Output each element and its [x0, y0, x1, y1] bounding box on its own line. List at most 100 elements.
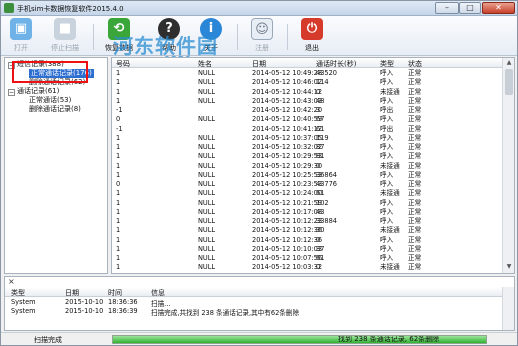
- cell-date: 2014-05-12 10:21:59: [252, 198, 323, 207]
- table-row[interactable]: 1 NULL 2014-05-12 10:29:30 0 未接通 正常: [112, 162, 502, 171]
- column-status[interactable]: 状态: [408, 59, 422, 69]
- column-duration[interactable]: 通话时长(秒): [316, 59, 356, 69]
- cell-num: 0: [116, 180, 121, 188]
- log-header: 类型 日期 时间 信息: [5, 287, 502, 297]
- cell-date: 2014-05-12 10:43:03: [252, 96, 323, 105]
- table-row[interactable]: 1 NULL 2014-05-12 10:29:53 81 呼入 正常: [112, 152, 502, 161]
- cell-dur: 67: [316, 115, 325, 124]
- cell-dur: 43: [316, 207, 325, 216]
- records-table[interactable]: 号码 姓名 日期 通话时长(秒) 类型 状态 1 NULL 2014-05-12 1…: [111, 57, 515, 274]
- open-button[interactable]: ▣ 打开: [1, 18, 41, 54]
- scroll-thumb[interactable]: [505, 69, 513, 95]
- cell-date: 2014-05-12 10:23:53: [252, 180, 323, 188]
- cell-type: 呼入: [380, 217, 394, 225]
- table-row[interactable]: 1 NULL 2014-05-12 10:03:32 0 未接通 正常: [112, 263, 502, 272]
- cell-dur: 102: [316, 198, 329, 207]
- collapse-icon[interactable]: −: [8, 89, 15, 96]
- table-row[interactable]: 1 NULL 2014-05-12 10:21:59 102 呼入 正常: [112, 199, 502, 208]
- register-button[interactable]: ☺ 注册: [242, 18, 282, 54]
- cell-date: 2014-05-12 10:03:32: [252, 263, 323, 272]
- cell-num: 1: [116, 69, 121, 77]
- cell-name: NULL: [198, 217, 216, 225]
- table-row[interactable]: -1 2014-05-12 10:41:12 61 呼出 正常: [112, 125, 502, 134]
- toolbar-separator: [237, 24, 238, 50]
- close-button[interactable]: ✕: [482, 2, 515, 14]
- column-type[interactable]: 类型: [380, 59, 394, 69]
- tree-node-deleted-calls[interactable]: 删除通话记录(8): [29, 105, 81, 114]
- cell-num: 1: [116, 217, 121, 225]
- cell-dur: 30: [316, 226, 325, 235]
- cell-num: 0: [116, 115, 121, 124]
- tree-node-calls[interactable]: − 通话记录(61): [8, 87, 59, 96]
- table-row[interactable]: -1 2014-05-12 10:42:20 3 呼出 正常: [112, 106, 502, 115]
- folder-icon: ▣: [10, 18, 32, 40]
- table-row[interactable]: 1 NULL 2014-05-12 10:12:23 33884 呼入 正常: [112, 217, 502, 226]
- log-row[interactable]: System 2015-10-10 18:36:36 扫描...: [5, 298, 502, 308]
- cell-dur: 0: [316, 161, 321, 170]
- scroll-up-icon[interactable]: ▲: [505, 59, 513, 67]
- close-icon[interactable]: ×: [8, 277, 15, 286]
- cell-num: 1: [116, 244, 121, 253]
- cell-type: 呼出: [380, 106, 394, 114]
- table-header: 号码 姓名 日期 通话时长(秒) 类型 状态: [112, 58, 502, 68]
- minimize-button[interactable]: –: [435, 2, 459, 14]
- cell-num: 1: [116, 226, 121, 235]
- table-row[interactable]: 1 NULL 2014-05-12 10:12:36 30 未接通 正常: [112, 226, 502, 235]
- cell-status: 正常: [408, 115, 422, 124]
- title-bar[interactable]: 手机sim卡数据恢复软件2015.4.0 – □ ✕: [1, 1, 517, 16]
- cell-name: NULL: [198, 207, 216, 216]
- cell-num: 1: [116, 78, 121, 87]
- cell-name: NULL: [198, 143, 216, 151]
- cell-status: 正常: [408, 152, 422, 161]
- cell-dur: 36864: [316, 170, 337, 179]
- cell-name: NULL: [198, 254, 216, 262]
- cell-name: NULL: [198, 189, 216, 198]
- stop-scan-button[interactable]: ■ 停止扫描: [45, 18, 85, 54]
- cell-status: 正常: [408, 106, 422, 114]
- table-row[interactable]: 1 NULL 2014-05-12 10:43:03 48 呼入 正常: [112, 97, 502, 106]
- cell-name: NULL: [198, 263, 216, 272]
- cell-date: 2014-05-12 10:29:53: [252, 152, 323, 161]
- progress-bar: 找到 238 条通话记录, 62条删除: [112, 335, 487, 344]
- cell-status: 正常: [408, 170, 422, 179]
- log-column-time[interactable]: 时间: [108, 288, 122, 298]
- cell-dur: 61: [316, 189, 325, 198]
- tree-node-normal-calls[interactable]: 正常通话(53): [29, 96, 71, 105]
- table-row[interactable]: 1 NULL 2014-05-12 10:17:08 43 呼入 正常: [112, 208, 502, 217]
- log-row[interactable]: System 2015-10-10 18:36:39 扫描完成,共找到 238 …: [5, 307, 502, 317]
- cell-type: 未接通: [380, 161, 400, 170]
- log-panel: × 类型 日期 时间 信息 System 2015-10-10 18:36:36…: [4, 276, 515, 331]
- scroll-down-icon[interactable]: ▼: [505, 263, 513, 271]
- vertical-scrollbar[interactable]: ▲ ▼: [502, 58, 514, 273]
- log-column-date[interactable]: 日期: [65, 288, 79, 298]
- table-row[interactable]: 1 NULL 2014-05-12 10:32:02 87 呼入 正常: [112, 143, 502, 152]
- column-name[interactable]: 姓名: [198, 59, 212, 69]
- log-column-type[interactable]: 类型: [11, 288, 25, 298]
- table-row[interactable]: 0 NULL 2014-05-12 10:23:53 43776 呼入 正常: [112, 180, 502, 189]
- table-row[interactable]: 1 NULL 2014-05-12 10:37:05 119 呼入 正常: [112, 134, 502, 143]
- table-row[interactable]: 1 NULL 2014-05-12 10:44:12 0 未接通 正常: [112, 88, 502, 97]
- cell-num: 1: [116, 189, 121, 198]
- table-row[interactable]: 1 NULL 2014-05-12 10:12:36 0 呼入 正常: [112, 236, 502, 245]
- table-row[interactable]: 1 NULL 2014-05-12 10:07:56 61 呼入 正常: [112, 254, 502, 263]
- cell-num: -1: [116, 124, 123, 133]
- table-row[interactable]: 1 NULL 2014-05-12 10:49:28 43520 呼入 正常: [112, 69, 502, 78]
- log-column-info[interactable]: 信息: [151, 288, 165, 298]
- table-row[interactable]: 1 NULL 2014-05-12 10:46:02 114 呼入 正常: [112, 78, 502, 87]
- exit-button[interactable]: ⏻ 退出: [292, 18, 332, 54]
- maximize-button[interactable]: □: [459, 2, 481, 14]
- table-row[interactable]: 0 NULL 2014-05-12 10:40:59 67 呼入 正常: [112, 115, 502, 124]
- column-date[interactable]: 日期: [252, 59, 266, 69]
- cell-num: 1: [116, 254, 121, 262]
- log-scrollbar[interactable]: [502, 287, 514, 330]
- record-tree[interactable]: − 短信记录(388) 正常通话记录(176) 删除通话记录(62) − 通话记录(…: [4, 57, 108, 274]
- table-row[interactable]: 1 NULL 2014-05-12 10:25:53 36864 呼入 正常: [112, 171, 502, 180]
- cell-type: 未接通: [380, 87, 400, 96]
- cell-type: 未接通: [380, 263, 400, 272]
- table-row[interactable]: 1 NULL 2014-05-12 10:24:00 61 未接通 正常: [112, 189, 502, 198]
- table-row[interactable]: 1 NULL 2014-05-12 10:10:03 37 呼入 正常: [112, 245, 502, 254]
- log-time: 18:36:36: [108, 298, 138, 306]
- column-number[interactable]: 号码: [116, 59, 130, 69]
- cell-date: 2014-05-12 10:44:12: [252, 87, 323, 96]
- cell-num: 1: [116, 152, 121, 161]
